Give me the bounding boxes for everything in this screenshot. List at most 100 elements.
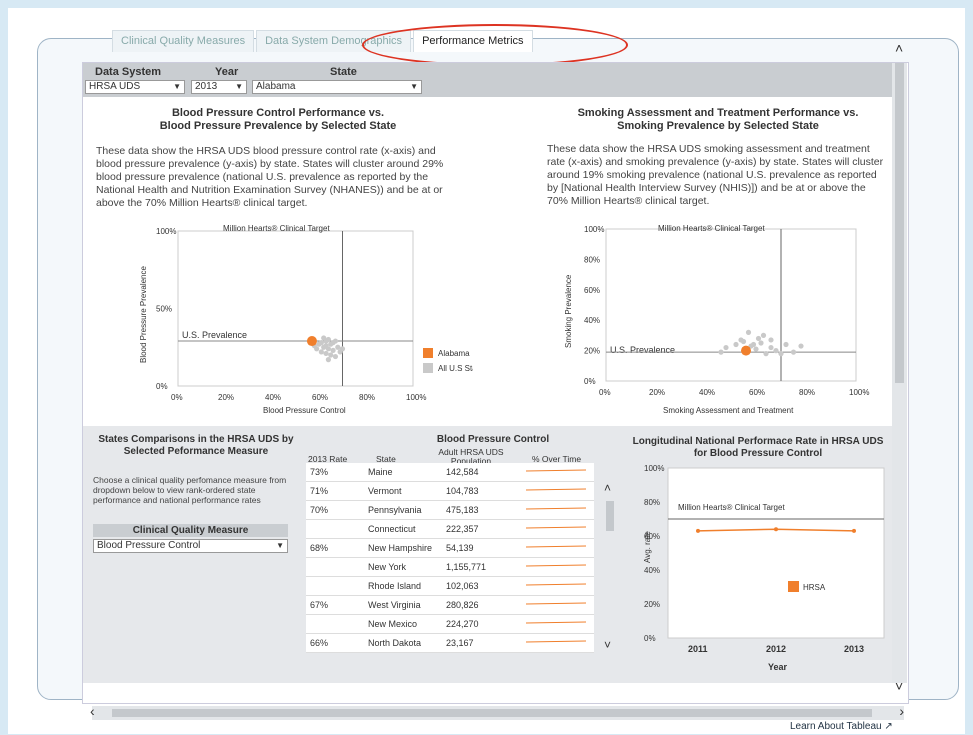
scroll-thumb-h[interactable] [112, 709, 872, 717]
smoking-state-point [753, 346, 759, 352]
external-link-icon: ↗ [884, 721, 893, 732]
bp-y-axis-label: Blood Pressure Prevalence [139, 266, 148, 363]
sparkline-cell [520, 519, 594, 539]
bp-y-tick: 100% [156, 227, 176, 236]
horizontal-scrollbar[interactable]: ‹ › [90, 703, 904, 720]
smoking-state-point [718, 349, 724, 355]
population-cell: 222,357 [442, 519, 520, 539]
learn-about-tableau-link[interactable]: Learn About Tableau ↗ [790, 721, 893, 732]
state-cell: Connecticut [364, 519, 442, 539]
state-cell: West Virginia [364, 595, 442, 615]
smoking-state-point [773, 348, 779, 354]
table-row[interactable]: New York 1,155,771 [306, 557, 594, 577]
sparkline [525, 583, 587, 586]
smoking-state-point [750, 341, 757, 348]
table-row[interactable]: Connecticut 222,357 [306, 519, 594, 539]
bp-scatter-chart: Million Hearts® Clinical Target U.S. Pre… [139, 224, 473, 415]
smoking-state-point [755, 335, 762, 342]
smoking-description: These data show the HRSA UDS smoking ass… [547, 143, 884, 207]
sparkline [525, 621, 587, 624]
sparkline [525, 545, 587, 548]
cqm-value: Blood Pressure Control [97, 540, 201, 551]
hrsa-point [774, 527, 778, 532]
year-value: 2013 [195, 81, 218, 92]
table-row[interactable]: 73% Maine 142,584 [306, 463, 594, 482]
table-row[interactable]: New Mexico 224,270 [306, 614, 594, 634]
data-system-dropdown[interactable]: HRSA UDS ▼ [85, 80, 185, 94]
state-dropdown[interactable]: Alabama ▼ [252, 80, 422, 94]
smoking-y-axis-label: Smoking Prevalence [564, 274, 573, 348]
population-cell: 142,584 [442, 463, 520, 482]
table-row[interactable]: Rhode Island 102,063 [306, 576, 594, 596]
scroll-right-icon[interactable]: › [899, 703, 904, 719]
bp-x-axis-label: Blood Pressure Control [263, 406, 346, 415]
chevron-down-icon: ▼ [276, 541, 284, 550]
smoking-y-tick: 100% [584, 225, 604, 234]
sparkline-cell [520, 576, 594, 596]
collapse-down-icon[interactable]: ˅ [895, 678, 903, 694]
scroll-thumb[interactable] [895, 63, 904, 383]
longitudinal-y-tick: 40% [644, 566, 660, 575]
bp-x-tick: 60% [312, 393, 328, 402]
longitudinal-x-tick: 2013 [844, 644, 864, 654]
rate-cell: 73% [306, 463, 364, 482]
longitudinal-target-label: Million Hearts® Clinical Target [678, 503, 785, 512]
scroll-left-icon[interactable]: ‹ [90, 703, 95, 719]
smoking-state-point [778, 351, 784, 357]
state-cell: New York [364, 557, 442, 577]
longitudinal-plot-area [667, 467, 885, 639]
legend-all-states-swatch [423, 363, 433, 373]
bp-x-tick: 100% [406, 393, 426, 402]
legend-hrsa-label: HRSA [803, 583, 826, 592]
longitudinal-y-tick: 0% [644, 634, 656, 643]
smoking-title-line1: Smoking Assessment and Treatment Perform… [577, 107, 859, 119]
longitudinal-y-tick: 20% [644, 600, 660, 609]
table-row[interactable]: 71% Vermont 104,783 [306, 481, 594, 501]
longitudinal-x-tick: 2012 [766, 644, 786, 654]
chevron-down-icon: ▼ [173, 82, 181, 91]
smoking-x-tick: 100% [849, 388, 869, 397]
smoking-state-point [760, 332, 767, 338]
table-row[interactable]: 67% West Virginia 280,826 [306, 595, 594, 615]
table-row[interactable]: 68% New Hampshire 54,139 [306, 538, 594, 558]
hrsa-point [852, 528, 856, 533]
legend-all-states-label: All U.S States [438, 364, 473, 373]
smoking-x-tick: 80% [799, 388, 815, 397]
state-cell: New Hampshire [364, 538, 442, 558]
smoking-state-point [798, 343, 804, 349]
sparkline-line [525, 640, 587, 643]
bp-prevalence-label: U.S. Prevalence [182, 330, 247, 340]
hrsa-point [696, 528, 700, 533]
table-row[interactable]: 70% Pennsylvania 475,183 [306, 500, 594, 520]
table-scroll-up-icon[interactable]: ˄ [604, 481, 611, 495]
bp-state-point [332, 353, 339, 360]
cqm-dropdown[interactable]: Blood Pressure Control ▼ [93, 539, 288, 553]
bp-state-point [318, 349, 324, 355]
state-cell: New Mexico [364, 614, 442, 634]
state-value: Alabama [256, 81, 296, 92]
legend-hrsa-swatch [788, 581, 799, 592]
longitudinal-y-tick: 60% [644, 532, 660, 541]
sparkline-cell [520, 500, 594, 520]
smoking-x-tick: 0% [599, 388, 611, 397]
bp-state-point [325, 357, 331, 363]
sparkline-cell [520, 481, 594, 501]
bp-state-point [330, 347, 336, 353]
smoking-panel-title: Smoking Assessment and Treatment Perform… [548, 107, 888, 133]
state-cell: North Dakota [364, 633, 442, 653]
collapse-up-icon[interactable]: ˄ [895, 40, 903, 56]
longitudinal-x-axis-label: Year [768, 662, 788, 672]
sparkline [525, 507, 587, 510]
population-cell: 224,270 [442, 614, 520, 634]
smoking-y-tick: 40% [584, 316, 600, 325]
population-cell: 102,063 [442, 576, 520, 596]
year-dropdown[interactable]: 2013 ▼ [191, 80, 247, 94]
tab-clinical-quality[interactable]: Clinical Quality Measures [112, 30, 255, 52]
longitudinal-y-tick: 80% [644, 498, 660, 507]
smoking-y-tick: 80% [584, 255, 600, 264]
table-row[interactable]: 66% North Dakota 23,167 [306, 633, 594, 653]
smoking-y-tick: 60% [584, 286, 600, 295]
vertical-scrollbar[interactable] [892, 63, 907, 683]
table-scroll-thumb[interactable] [606, 501, 614, 531]
table-scroll-down-icon[interactable]: ˅ [604, 638, 611, 652]
